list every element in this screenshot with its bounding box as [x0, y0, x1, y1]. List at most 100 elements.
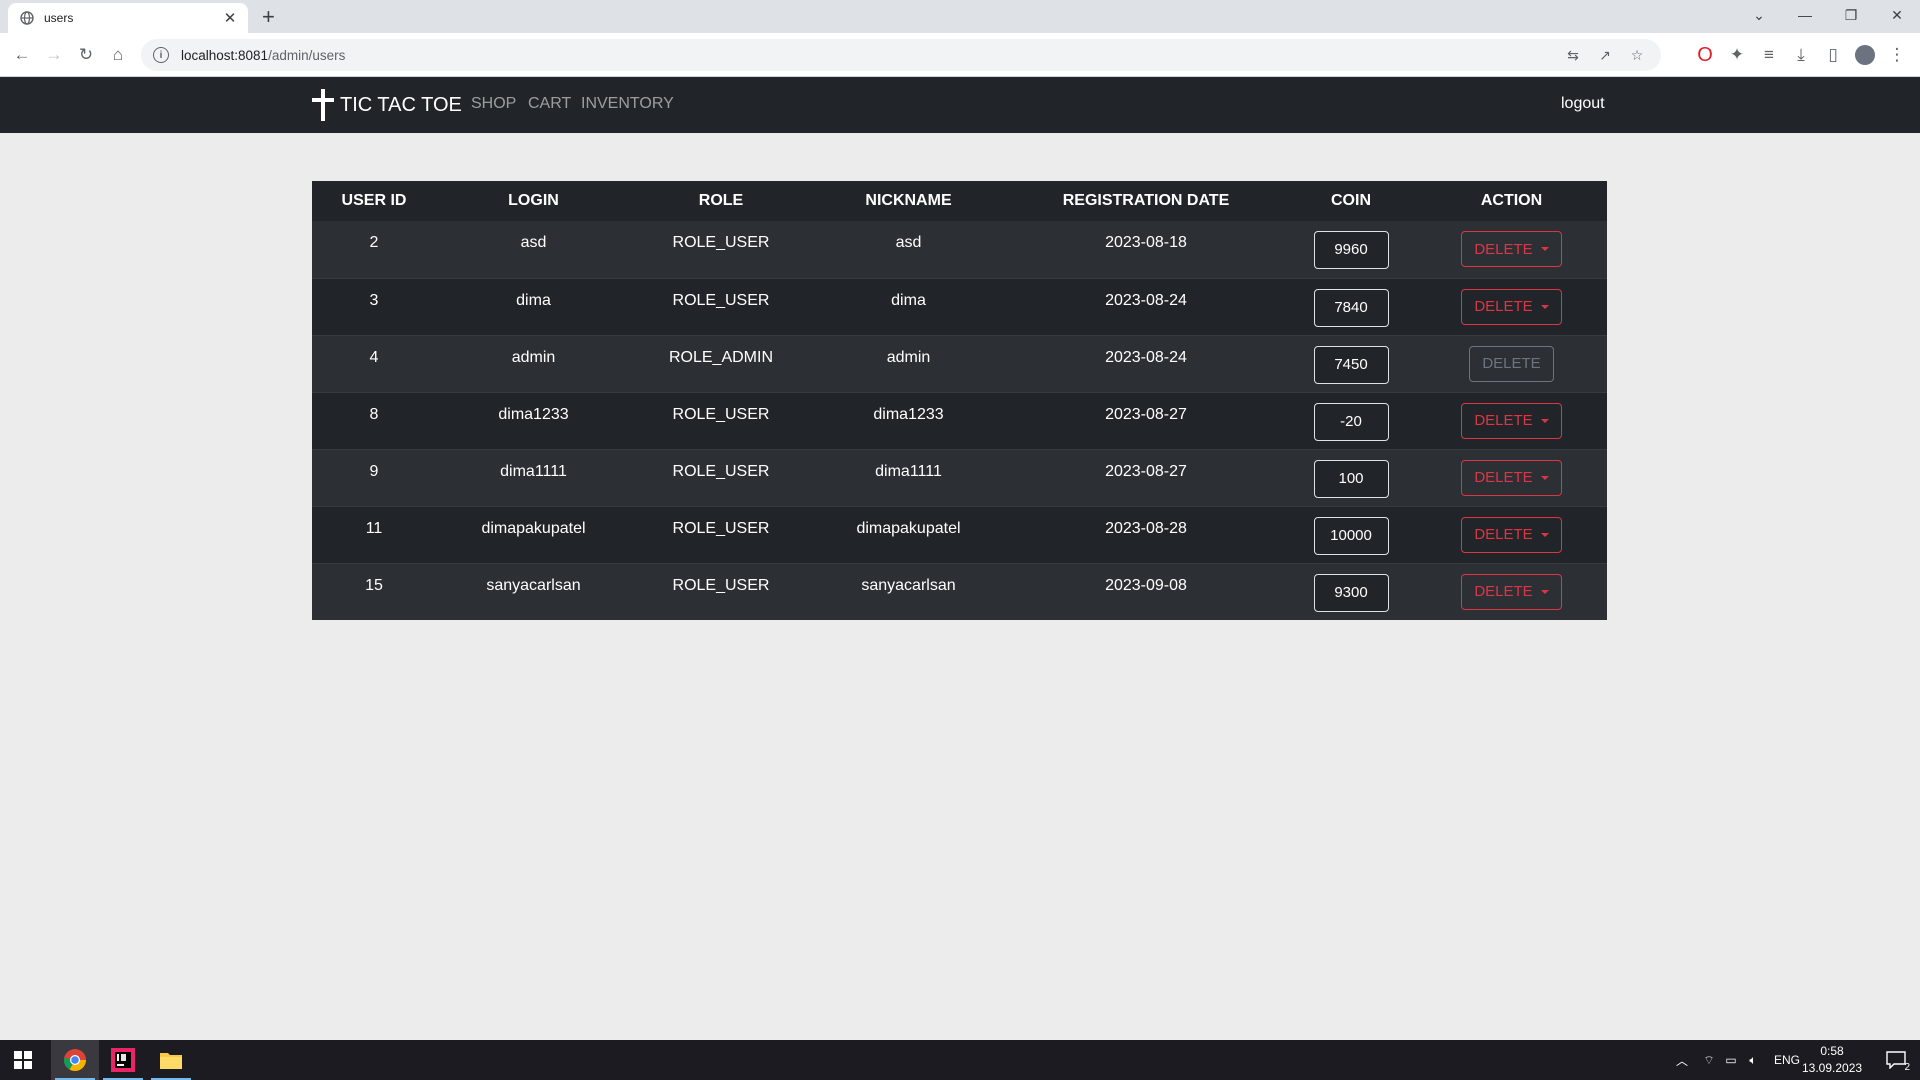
side-panel-icon[interactable]: ▯: [1819, 41, 1847, 69]
cell-nickname: asd: [895, 234, 922, 251]
chevron-up-icon[interactable]: ︿: [1672, 1052, 1692, 1069]
home-icon[interactable]: ⌂: [104, 41, 132, 69]
users-table-container: USER ID LOGIN ROLE NICKNAME REGISTRATION…: [312, 181, 1607, 620]
cell-registration-date: 2023-08-27: [1006, 391, 1286, 449]
notification-count: 2: [1904, 1062, 1910, 1073]
brand-link[interactable]: TIC TAC TOE: [312, 89, 462, 121]
nav-link-shop[interactable]: SHOP: [471, 95, 516, 113]
cell-action: DELETE: [1416, 448, 1607, 506]
delete-dropdown-button[interactable]: DELETE: [1461, 231, 1562, 267]
delete-dropdown-button[interactable]: DELETE: [1461, 288, 1562, 325]
header-nickname: NICKNAME: [865, 192, 952, 209]
battery-icon[interactable]: ▭: [1720, 1053, 1742, 1067]
cell-user-id: 2: [369, 234, 379, 251]
extensions-puzzle-icon[interactable]: ✦: [1723, 41, 1751, 69]
coin-input[interactable]: 9960: [1313, 231, 1389, 269]
delete-dropdown-button[interactable]: DELETE: [1461, 459, 1562, 496]
new-tab-icon[interactable]: +: [262, 4, 275, 30]
header-login: LOGIN: [508, 192, 559, 209]
profile-avatar-icon[interactable]: [1851, 41, 1879, 69]
taskbar-file-explorer[interactable]: [147, 1040, 195, 1080]
cell-user-id: 8: [312, 391, 436, 449]
header-registration-date: REGISTRATION DATE: [1062, 192, 1230, 209]
caret-down-icon: [1540, 475, 1549, 480]
cell-registration-date: 2023-08-24: [1006, 277, 1286, 335]
table-header-row: USER ID LOGIN ROLE NICKNAME REGISTRATION…: [312, 181, 1607, 221]
app-navbar: TIC TAC TOE SHOP CART INVENTORY logout: [0, 77, 1920, 133]
media-queue-icon[interactable]: ≡: [1755, 41, 1783, 69]
browser-tab[interactable]: users ✕: [8, 3, 248, 33]
browser-menu-icon[interactable]: ⋮: [1883, 41, 1911, 69]
delete-dropdown-button[interactable]: DELETE: [1461, 402, 1562, 439]
cell-role: ROLE_USER: [631, 505, 811, 563]
header-coin: COIN: [1331, 192, 1371, 209]
taskbar-clock[interactable]: 0:58 13.09.2023: [1802, 1043, 1862, 1077]
close-tab-icon[interactable]: ✕: [222, 9, 238, 27]
cross-logo-icon: [312, 89, 334, 121]
opera-extension-icon[interactable]: O: [1691, 41, 1719, 69]
taskbar-chrome[interactable]: [51, 1040, 99, 1080]
cell-registration-date: 2023-08-27: [1006, 448, 1286, 506]
download-icon[interactable]: ⤓: [1787, 41, 1815, 69]
start-button[interactable]: [0, 1040, 46, 1080]
delete-dropdown-button[interactable]: DELETE: [1461, 516, 1562, 553]
network-icon[interactable]: ⌔: [1698, 1053, 1720, 1068]
tab-search-icon[interactable]: ⌄: [1736, 0, 1782, 30]
nav-link-cart[interactable]: CART: [528, 95, 571, 113]
cell-nickname: admin: [811, 334, 1006, 392]
cell-action: DELETE: [1416, 221, 1607, 278]
cell-registration-date: 2023-08-28: [1006, 505, 1286, 563]
cell-login: dima1233: [436, 391, 631, 449]
header-user-id: USER ID: [341, 192, 407, 209]
cell-user-id: 3: [312, 277, 436, 335]
table-row: 3 dima ROLE_USER dima 2023-08-24 7840 DE…: [312, 277, 1607, 335]
logout-link[interactable]: logout: [1561, 95, 1605, 113]
translate-icon[interactable]: ⇆: [1561, 43, 1585, 67]
globe-icon: [20, 11, 34, 25]
coin-input[interactable]: 100: [1313, 459, 1389, 498]
coin-input[interactable]: 10000: [1313, 516, 1389, 555]
delete-dropdown-button[interactable]: DELETE: [1461, 573, 1562, 610]
taskbar-intellij[interactable]: [99, 1040, 147, 1080]
forward-icon[interactable]: →: [40, 41, 68, 69]
clock-time: 0:58: [1820, 1044, 1844, 1058]
cell-role: ROLE_ADMIN: [631, 334, 811, 392]
address-bar[interactable]: i localhost:8081/admin/users ⇆ ↗ ☆: [141, 39, 1661, 71]
nav-link-inventory[interactable]: INVENTORY: [581, 95, 674, 113]
windows-logo-icon: [14, 1051, 32, 1069]
cell-role: ROLE_USER: [631, 391, 811, 449]
cell-nickname: dimapakupatel: [811, 505, 1006, 563]
share-icon[interactable]: ↗: [1593, 43, 1617, 67]
language-indicator[interactable]: ENG: [1774, 1053, 1800, 1067]
browser-tabstrip: users ✕ + ⌄ — ❐ ✕: [0, 0, 1920, 33]
coin-input[interactable]: -20: [1313, 402, 1389, 441]
back-icon[interactable]: ←: [8, 41, 36, 69]
header-role: ROLE: [698, 192, 744, 209]
coin-input[interactable]: 7450: [1313, 345, 1389, 384]
restore-icon[interactable]: ❐: [1828, 0, 1874, 30]
window-close-icon[interactable]: ✕: [1874, 0, 1920, 30]
caret-down-icon: [1540, 418, 1549, 423]
reload-icon[interactable]: ↻: [72, 41, 100, 69]
cell-coin: 100: [1286, 448, 1416, 506]
cell-login: dima1111: [436, 448, 631, 506]
coin-input[interactable]: 9300: [1313, 573, 1389, 612]
cell-coin: 10000: [1286, 505, 1416, 563]
table-row: 2 asd ROLE_USER asd 2023-08-18 9960 DELE…: [312, 221, 1607, 278]
chrome-icon: [64, 1049, 86, 1071]
cell-registration-date: 2023-09-08: [1006, 562, 1286, 620]
url-text[interactable]: localhost:8081/admin/users: [181, 48, 345, 63]
bookmark-star-icon[interactable]: ☆: [1625, 43, 1649, 67]
cell-registration-date: 2023-08-24: [1006, 334, 1286, 392]
minimize-icon[interactable]: —: [1782, 0, 1828, 30]
cell-registration-date: 2023-08-18: [1105, 234, 1187, 251]
coin-input[interactable]: 7840: [1313, 288, 1389, 327]
delete-button-disabled: DELETE: [1469, 345, 1554, 382]
volume-icon[interactable]: 🔈︎: [1742, 1053, 1764, 1068]
cell-nickname: dima: [811, 277, 1006, 335]
table-row: 9 dima1111 ROLE_USER dima1111 2023-08-27…: [312, 448, 1607, 506]
notification-center-button[interactable]: 2: [1876, 1040, 1916, 1080]
site-info-icon[interactable]: i: [153, 47, 169, 63]
users-table: USER ID LOGIN ROLE NICKNAME REGISTRATION…: [312, 181, 1607, 620]
header-action: ACTION: [1480, 192, 1543, 209]
